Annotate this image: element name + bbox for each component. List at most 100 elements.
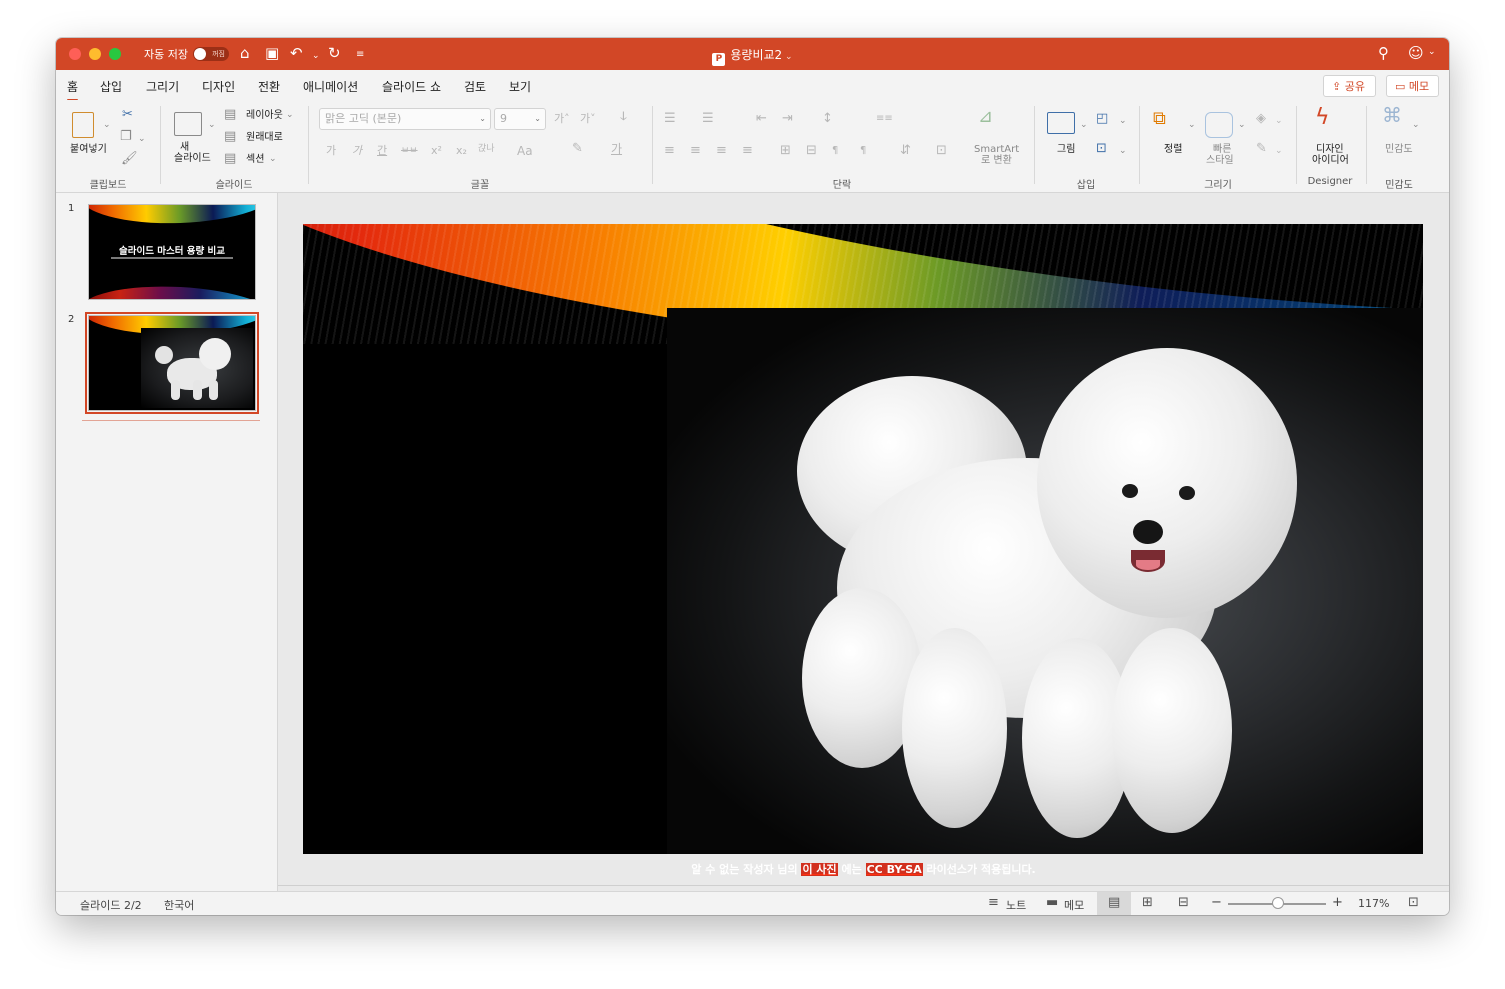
subscript-icon[interactable]: x₂ bbox=[456, 144, 467, 158]
tab-design[interactable]: 디자인 bbox=[202, 78, 235, 95]
distributed-icon[interactable]: ⊞ bbox=[780, 144, 791, 158]
shapes-chevron-icon[interactable]: ⌄ bbox=[1119, 114, 1127, 128]
numbering-icon[interactable]: ☰ bbox=[702, 112, 714, 126]
zoom-out-button[interactable]: − bbox=[1211, 895, 1222, 910]
picture-icon[interactable] bbox=[1047, 112, 1075, 134]
search-icon[interactable]: ⚲ bbox=[1378, 44, 1389, 62]
distribute-vertical-icon[interactable]: ⊟ bbox=[806, 144, 817, 158]
font-color-icon[interactable]: 가 bbox=[611, 142, 622, 156]
shape-outline-chevron-icon[interactable]: ⌄ bbox=[1275, 144, 1283, 158]
current-slide[interactable] bbox=[303, 224, 1423, 854]
paste-icon[interactable] bbox=[72, 112, 94, 138]
slide-thumbnail-2[interactable] bbox=[85, 312, 259, 414]
section-button[interactable]: 섹션 bbox=[246, 154, 264, 165]
tab-draw[interactable]: 그리기 bbox=[146, 78, 179, 95]
layout-icon[interactable]: ▤ bbox=[224, 108, 236, 122]
title-chevron-icon[interactable]: ⌄ bbox=[782, 52, 793, 62]
bold-icon[interactable]: 가 bbox=[326, 144, 336, 158]
sensitivity-chevron-icon[interactable]: ⌄ bbox=[1412, 118, 1420, 132]
decrease-indent-icon[interactable]: ⇤ bbox=[756, 112, 767, 126]
tab-slideshow[interactable]: 슬라이드 쇼 bbox=[382, 78, 441, 95]
paste-chevron-icon[interactable]: ⌄ bbox=[103, 118, 111, 132]
strikethrough-icon[interactable]: ㅂㅂ bbox=[401, 144, 418, 158]
superscript-icon[interactable]: x² bbox=[431, 144, 442, 158]
italic-icon[interactable]: 가 bbox=[352, 144, 362, 158]
reset-button[interactable]: 원래대로 bbox=[246, 132, 283, 143]
new-slide-chevron-icon[interactable]: ⌄ bbox=[208, 118, 216, 132]
smartart-icon[interactable]: ⊿ bbox=[978, 108, 993, 126]
feedback-chevron-icon[interactable]: ⌄ bbox=[1428, 47, 1436, 57]
clear-formatting-icon[interactable]: ↆ bbox=[620, 110, 627, 124]
shapes-icon[interactable]: ◰ bbox=[1096, 112, 1108, 126]
shape-fill-chevron-icon[interactable]: ⌄ bbox=[1275, 114, 1283, 128]
language-indicator[interactable]: 한국어 bbox=[164, 897, 194, 913]
line-spacing-icon[interactable]: ↕ bbox=[822, 112, 833, 126]
highlight-icon[interactable]: ✎ bbox=[572, 142, 583, 156]
align-center-icon[interactable]: ≡ bbox=[690, 144, 701, 158]
section-icon[interactable]: ▤ bbox=[224, 152, 236, 166]
comments-icon[interactable]: ▬ bbox=[1046, 895, 1058, 910]
normal-view-icon[interactable]: ▤ bbox=[1108, 895, 1120, 910]
text-direction-icon[interactable]: ⇵ bbox=[900, 144, 911, 158]
feedback-smiley-icon[interactable]: ☺ bbox=[1408, 44, 1424, 62]
reading-view-icon[interactable]: ⊟ bbox=[1178, 895, 1189, 910]
decrease-font-icon[interactable]: 가˅ bbox=[580, 112, 596, 126]
font-size-combo[interactable]: 9 ⌄ bbox=[494, 108, 546, 130]
picture-chevron-icon[interactable]: ⌄ bbox=[1080, 118, 1088, 132]
photo-link[interactable]: 이 사진 bbox=[801, 863, 838, 876]
share-button[interactable]: ⇪ 공유 bbox=[1323, 75, 1376, 97]
change-case-icon[interactable]: Aa bbox=[517, 144, 533, 158]
slide-thumbnail-pane[interactable]: 1 슬라이드 마스터 용량 비교 2 bbox=[56, 193, 278, 891]
comments-status-button[interactable]: 메모 bbox=[1064, 897, 1084, 913]
arrange-icon[interactable]: ⧉ bbox=[1153, 110, 1166, 128]
tab-insert[interactable]: 삽입 bbox=[100, 78, 122, 95]
slide-sorter-icon[interactable]: ⊞ bbox=[1142, 895, 1153, 910]
quick-styles-chevron-icon[interactable]: ⌄ bbox=[1238, 118, 1246, 132]
bullets-icon[interactable]: ☰ bbox=[664, 112, 676, 126]
arrange-chevron-icon[interactable]: ⌄ bbox=[1188, 118, 1196, 132]
reset-icon[interactable]: ▤ bbox=[224, 130, 236, 144]
tab-view[interactable]: 보기 bbox=[509, 78, 531, 95]
shape-outline-icon[interactable]: ✎ bbox=[1256, 142, 1267, 156]
tab-transitions[interactable]: 전환 bbox=[258, 78, 280, 95]
copy-chevron-icon[interactable]: ⌄ bbox=[138, 132, 146, 146]
shape-fill-icon[interactable]: ◈ bbox=[1256, 112, 1266, 126]
design-ideas-icon[interactable]: ϟ bbox=[1315, 106, 1330, 130]
license-link[interactable]: CC BY-SA bbox=[865, 863, 923, 876]
zoom-in-button[interactable]: + bbox=[1332, 895, 1343, 910]
align-right-icon[interactable]: ≡ bbox=[716, 144, 727, 158]
rtl-icon[interactable]: ¶ bbox=[860, 144, 866, 158]
format-painter-icon[interactable]: 🖌 bbox=[121, 152, 138, 166]
increase-font-icon[interactable]: 가˄ bbox=[554, 112, 570, 126]
tab-animations[interactable]: 애니메이션 bbox=[303, 78, 358, 95]
ltr-icon[interactable]: ¶ bbox=[832, 144, 838, 158]
tab-review[interactable]: 검토 bbox=[464, 78, 486, 95]
section-chevron-icon[interactable]: ⌄ bbox=[269, 152, 277, 166]
align-text-icon[interactable]: ⊡ bbox=[936, 144, 947, 158]
zoom-level[interactable]: 117% bbox=[1358, 897, 1389, 910]
justify-icon[interactable]: ≡ bbox=[742, 144, 753, 158]
notes-icon[interactable]: ≡ bbox=[988, 895, 999, 910]
underline-icon[interactable]: 간 bbox=[377, 144, 387, 158]
slide-editing-area[interactable]: 알 수 없는 작성자 님의 이 사진 에는 CC BY-SA 라이선스가 적용됩… bbox=[278, 193, 1449, 891]
sensitivity-icon[interactable]: ⌘ bbox=[1382, 105, 1402, 125]
tab-home[interactable]: 홈 bbox=[67, 78, 79, 102]
textbox-icon[interactable]: ⊡ bbox=[1096, 142, 1107, 156]
zoom-slider-handle[interactable] bbox=[1272, 897, 1284, 909]
quick-styles-icon[interactable] bbox=[1205, 112, 1233, 138]
increase-indent-icon[interactable]: ⇥ bbox=[782, 112, 793, 126]
columns-icon[interactable]: ≡≡ bbox=[876, 112, 893, 126]
slide-thumbnail-1[interactable]: 슬라이드 마스터 용량 비교 bbox=[88, 204, 256, 300]
notes-button[interactable]: 노트 bbox=[1006, 897, 1026, 913]
align-left-icon[interactable]: ≡ bbox=[664, 144, 675, 158]
comments-button[interactable]: ▭ 메모 bbox=[1386, 75, 1439, 97]
notes-splitter[interactable] bbox=[278, 885, 1449, 886]
fit-slide-icon[interactable]: ⊡ bbox=[1408, 895, 1419, 910]
font-name-combo[interactable]: 맑은 고딕 (본문) ⌄ bbox=[319, 108, 491, 130]
textbox-chevron-icon[interactable]: ⌄ bbox=[1119, 144, 1127, 158]
character-spacing-icon[interactable]: 갅나 bbox=[478, 142, 495, 156]
new-slide-icon[interactable] bbox=[174, 112, 202, 136]
layout-button[interactable]: 레이아웃 bbox=[246, 110, 283, 121]
bichon-dog-photo[interactable] bbox=[667, 308, 1423, 854]
cut-icon[interactable]: ✂ bbox=[122, 108, 133, 122]
